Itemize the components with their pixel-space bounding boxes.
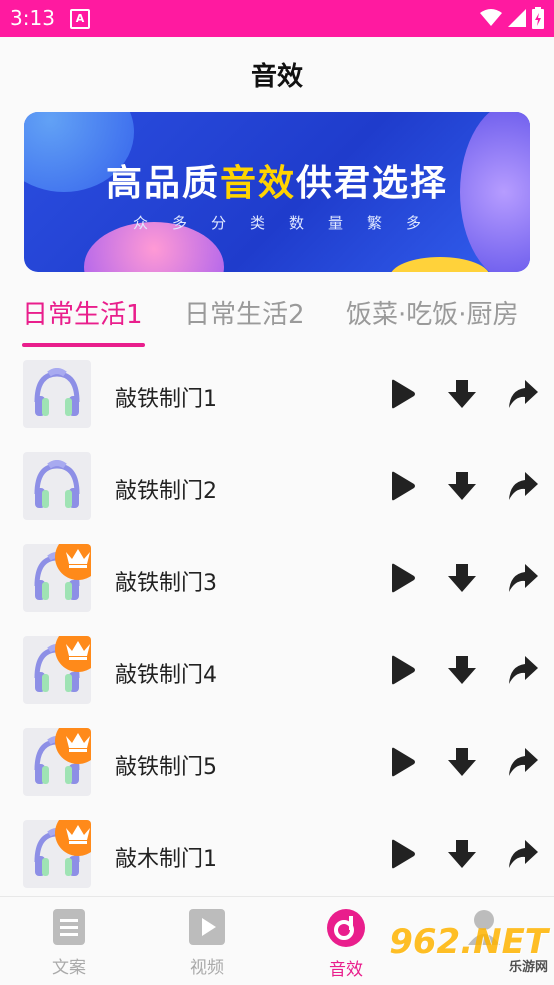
headphones-icon bbox=[34, 460, 80, 508]
nav-item-sound-effects[interactable]: 音效 bbox=[306, 909, 386, 980]
video-icon bbox=[189, 909, 225, 945]
sound-name: 敲铁制门4 bbox=[115, 663, 217, 688]
list-item[interactable]: 敲铁制门5 bbox=[0, 716, 554, 808]
share-icon bbox=[509, 656, 538, 684]
nav-item-copywriting[interactable]: 文案 bbox=[29, 909, 109, 978]
banner-headline-part: 高品质 bbox=[105, 163, 220, 204]
share-button[interactable] bbox=[507, 470, 539, 502]
share-icon bbox=[509, 380, 538, 408]
download-button[interactable] bbox=[446, 654, 478, 686]
download-icon bbox=[448, 748, 476, 776]
active-tab-indicator bbox=[22, 343, 145, 347]
status-time: 3:13 bbox=[10, 6, 55, 30]
share-icon bbox=[509, 748, 538, 776]
nav-label: 音效 bbox=[329, 960, 363, 980]
tab-daily-life-2[interactable]: 日常生活2 bbox=[184, 294, 305, 331]
banner-headline-highlight: 音效 bbox=[219, 163, 296, 204]
notification-icon: A bbox=[70, 9, 90, 29]
system-icons bbox=[480, 7, 544, 29]
share-button[interactable] bbox=[507, 838, 539, 870]
download-button[interactable] bbox=[446, 470, 478, 502]
banner-subtitle: 众多分类数量繁多 bbox=[132, 214, 445, 232]
download-button[interactable] bbox=[446, 838, 478, 870]
crown-icon bbox=[66, 825, 90, 844]
promo-banner[interactable]: 高品质音效供君选择 众多分类数量繁多 bbox=[24, 112, 530, 272]
download-button[interactable] bbox=[446, 562, 478, 594]
download-icon bbox=[448, 472, 476, 500]
download-icon bbox=[448, 564, 476, 592]
list-item[interactable]: 敲木制门1 bbox=[0, 808, 554, 900]
sound-thumbnail bbox=[23, 360, 91, 428]
music-disc-icon bbox=[327, 909, 365, 947]
nav-label: 文案 bbox=[52, 958, 86, 978]
nav-item-video[interactable]: 视频 bbox=[167, 909, 247, 978]
play-icon bbox=[392, 655, 415, 685]
download-icon bbox=[448, 840, 476, 868]
banner-headline: 高品质音效供君选择 bbox=[24, 154, 530, 206]
play-button[interactable] bbox=[386, 562, 418, 594]
play-button[interactable] bbox=[386, 378, 418, 410]
status-bar: 3:13 A bbox=[0, 0, 554, 37]
bottom-navigation: 文案 视频 音效 962.NET 乐游网 bbox=[0, 896, 554, 985]
play-button[interactable] bbox=[386, 470, 418, 502]
share-button[interactable] bbox=[507, 746, 539, 778]
list-item[interactable]: 敲铁制门1 bbox=[0, 348, 554, 440]
nav-label: 视频 bbox=[190, 958, 224, 978]
share-button[interactable] bbox=[507, 562, 539, 594]
list-item[interactable]: 敲铁制门2 bbox=[0, 440, 554, 532]
play-button[interactable] bbox=[386, 654, 418, 686]
battery-icon bbox=[532, 7, 544, 29]
banner-headline-part: 供君选择 bbox=[296, 163, 449, 204]
download-icon bbox=[448, 656, 476, 684]
sound-name: 敲铁制门2 bbox=[115, 479, 217, 504]
play-icon bbox=[392, 471, 415, 501]
crown-icon bbox=[66, 733, 90, 752]
download-icon bbox=[448, 380, 476, 408]
share-icon bbox=[509, 472, 538, 500]
banner-decoration bbox=[390, 257, 490, 272]
document-icon bbox=[53, 909, 85, 945]
sound-thumbnail bbox=[23, 728, 91, 796]
share-button[interactable] bbox=[507, 654, 539, 686]
sound-name: 敲铁制门1 bbox=[115, 387, 217, 412]
watermark-logo: 962.NET 乐游网 bbox=[389, 922, 548, 975]
play-icon bbox=[392, 747, 415, 777]
sound-thumbnail bbox=[23, 452, 91, 520]
download-button[interactable] bbox=[446, 746, 478, 778]
category-tabs: 日常生活1 日常生活2 饭菜·吃饭·厨房 bbox=[0, 292, 554, 348]
download-button[interactable] bbox=[446, 378, 478, 410]
tab-daily-life-1[interactable]: 日常生活1 bbox=[22, 294, 143, 331]
sound-thumbnail bbox=[23, 544, 91, 612]
sound-thumbnail bbox=[23, 820, 91, 888]
sound-name: 敲铁制门3 bbox=[115, 571, 217, 596]
share-button[interactable] bbox=[507, 378, 539, 410]
list-item[interactable]: 敲铁制门4 bbox=[0, 624, 554, 716]
crown-icon bbox=[66, 641, 90, 660]
watermark-text: 962 bbox=[389, 922, 461, 962]
share-icon bbox=[509, 564, 538, 592]
page-title: 音效 bbox=[250, 62, 303, 92]
share-icon bbox=[509, 840, 538, 868]
sound-name: 敲铁制门5 bbox=[115, 755, 217, 780]
list-item[interactable]: 敲铁制门3 bbox=[0, 532, 554, 624]
wifi-icon bbox=[480, 9, 502, 26]
play-button[interactable] bbox=[386, 746, 418, 778]
play-button[interactable] bbox=[386, 838, 418, 870]
headphones-icon bbox=[34, 368, 80, 416]
crown-icon bbox=[66, 549, 90, 568]
sound-name: 敲木制门1 bbox=[115, 847, 217, 872]
sound-thumbnail bbox=[23, 636, 91, 704]
play-icon bbox=[392, 839, 415, 869]
play-icon bbox=[392, 379, 415, 409]
play-icon bbox=[392, 563, 415, 593]
tab-food-kitchen[interactable]: 饭菜·吃饭·厨房 bbox=[346, 294, 519, 331]
signal-icon bbox=[508, 9, 526, 27]
